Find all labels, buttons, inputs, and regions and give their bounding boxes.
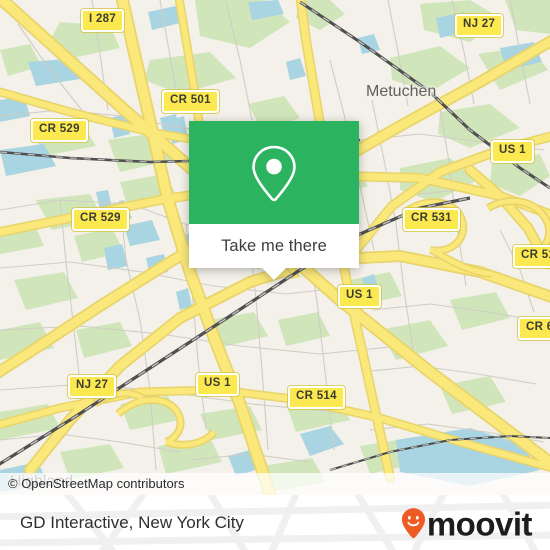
shield-cr-65: CR 65 [518,317,550,340]
shield-cr-514: CR 514 [513,245,550,268]
shield-cr-529: CR 529 [72,208,129,231]
place-label-metuchen: Metuchen [366,83,437,100]
shield-cr-514: CR 514 [288,386,345,409]
shield-us-1: US 1 [491,140,534,163]
shield-nj-27: NJ 27 [68,375,117,398]
shield-cr-529: CR 529 [31,119,88,142]
map-pin-icon [252,145,296,201]
take-me-there-button[interactable]: Take me there [189,224,359,280]
moovit-smiley-pin-icon [401,507,425,538]
destination-callout[interactable]: Take me there [189,121,359,280]
callout-pointer [262,268,286,280]
shield-us-1: US 1 [196,373,239,396]
shield-cr-501: CR 501 [162,90,219,113]
shield-i-287: I 287 [81,9,125,32]
callout-icon-panel [189,121,359,224]
map-canvas[interactable]: Metuchen Highland Park I 287 NJ 27 CR 50… [0,0,550,495]
shield-nj-27: NJ 27 [455,14,504,37]
osm-attribution-text: © OpenStreetMap contributors [8,476,185,491]
map-attribution-bar: © OpenStreetMap contributors [0,473,550,495]
location-title: GD Interactive, New York City [20,512,244,532]
moovit-map-screen: Metuchen Highland Park I 287 NJ 27 CR 50… [0,0,550,550]
shield-cr-531: CR 531 [403,208,460,231]
footer-bar: GD Interactive, New York City moovit [0,495,550,550]
moovit-wordmark: moovit [426,505,533,542]
moovit-logo[interactable]: moovit [401,505,533,542]
shield-us-1: US 1 [338,285,381,308]
take-me-there-label: Take me there [221,236,327,255]
